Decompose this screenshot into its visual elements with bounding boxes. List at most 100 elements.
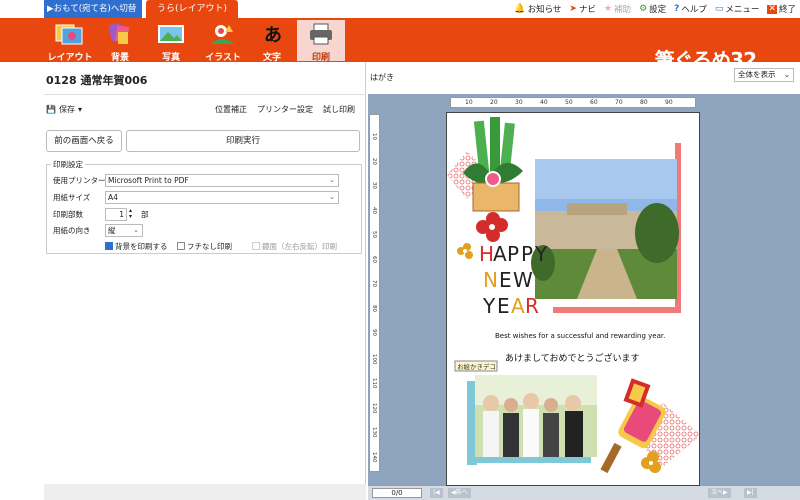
print-background-checkbox[interactable]: 背景を印刷する [105, 241, 168, 252]
paper-size-select[interactable]: A4 ⌄ [105, 191, 339, 204]
ruler-tick: 50 [371, 231, 377, 238]
borderless-checkbox[interactable]: フチなし印刷 [177, 241, 232, 252]
ruler-tick: 10 [465, 99, 473, 106]
chevron-down-icon: ⌄ [329, 176, 335, 184]
top-link-help[interactable]: ? ヘルプ [674, 3, 707, 15]
close-icon: ✕ [767, 3, 777, 14]
printer-icon [310, 23, 332, 45]
chevron-down-icon: ⌄ [329, 193, 335, 201]
print-settings-label: 印刷設定 [51, 159, 85, 170]
printer-label: 使用プリンター [53, 176, 106, 185]
main-toolbar: レイアウト 背景 写真 イラスト あ 文字 印刷 筆ぐるめ32 [0, 18, 800, 72]
mirror-print-checkbox[interactable]: 鏡面（左右反転）印刷 [252, 241, 337, 252]
chevron-down-icon: ▾ [77, 105, 82, 114]
tool-photo-button[interactable]: 写真 [147, 20, 195, 63]
top-link-exit[interactable]: ✕ 終了 [767, 3, 796, 15]
zoom-select[interactable]: 全体を表示 ⌄ [734, 68, 794, 82]
greeting-letter: P [507, 242, 519, 266]
tool-background-button[interactable]: 背景 [96, 20, 144, 63]
ruler-tick: 110 [371, 378, 377, 389]
japanese-greeting: あけましておめでとうございます [505, 352, 639, 364]
copies-label: 印刷部数 [53, 210, 83, 219]
paper-size-label: 用紙サイズ [53, 193, 91, 202]
ruler-tick: 90 [665, 99, 673, 106]
save-icon: 💾 [46, 105, 56, 114]
ruler-tick: 100 [371, 353, 377, 365]
top-link-assist[interactable]: ★ 補助 [604, 3, 631, 15]
greeting-letter: R [525, 294, 539, 318]
wedding-photo [475, 375, 597, 457]
svg-text:あ: あ [264, 25, 282, 46]
ruler-tick: 60 [590, 99, 598, 106]
ruler-tick: 70 [371, 280, 377, 287]
preview-status-bar: 0/0 |◀ ◀前へ 次へ▶ ▶| [368, 486, 800, 500]
tool-illust-button[interactable]: イラスト [199, 20, 247, 63]
arrow-icon: ➤ [569, 3, 577, 14]
ruler-tick: 140 [371, 451, 377, 463]
text-icon: あ [264, 25, 282, 46]
photo-accent-bar [553, 307, 679, 313]
ruler-tick: 60 [371, 255, 377, 263]
document-title: 0128 通常年賀006 [46, 74, 148, 87]
print-settings-group: 印刷設定 使用プリンター Microsoft Print to PDF ⌄ 用紙サ… [46, 159, 362, 254]
top-link-settings[interactable]: ⚙ 設定 [639, 3, 666, 15]
paper-type-label: はがき [370, 73, 394, 82]
ruler-tick: 120 [371, 402, 377, 414]
copies-input[interactable]: 1 [105, 208, 127, 221]
checkbox-checked [105, 242, 113, 250]
horizontal-ruler: 10 20 30 40 50 60 70 80 90 [450, 97, 696, 108]
ruler-tick: 50 [565, 99, 573, 106]
tool-layout-button[interactable]: レイアウト [46, 20, 94, 63]
ruler-tick: 80 [640, 99, 648, 106]
greeting-letter: P [521, 242, 533, 266]
plum-flower-icon [476, 212, 508, 242]
printer-settings-link[interactable]: プリンター設定 [257, 104, 313, 115]
card-artwork: H A P P Y N E W Y E A R Best wishes for … [447, 117, 699, 474]
checkbox-disabled [252, 242, 260, 250]
greeting-letter: E [499, 268, 512, 292]
gear-icon: ⚙ [639, 3, 648, 14]
print-execute-button[interactable]: 印刷実行 [126, 130, 360, 152]
ruler-tick: 20 [490, 99, 498, 106]
ruler-tick: 40 [371, 206, 377, 214]
page-counter: 0/0 [372, 488, 422, 498]
top-link-menu[interactable]: ▭ メニュー [715, 3, 760, 15]
top-link-news[interactable]: 🔔 お知らせ [514, 3, 561, 15]
orientation-label: 用紙の向き [53, 226, 91, 235]
checkbox-unchecked [177, 242, 185, 250]
left-footer [44, 484, 366, 500]
greeting-letter: Y [534, 242, 548, 266]
first-page-button[interactable]: |◀ [430, 488, 443, 498]
chevron-down-icon: ⌄ [133, 226, 139, 234]
copies-unit: 部 [141, 210, 149, 219]
back-button[interactable]: 前の画面へ戻る [46, 130, 122, 152]
switch-front-tab[interactable]: ▶おもて(宛て名)へ切替 [44, 0, 142, 18]
print-options-links: 位置補正 プリンター設定 試し印刷 [215, 104, 355, 115]
tool-text-button[interactable]: あ 文字 [248, 20, 296, 63]
menu-icon: ▭ [714, 3, 724, 14]
printer-select[interactable]: Microsoft Print to PDF ⌄ [105, 174, 339, 187]
layout-tab[interactable]: うら(レイアウト) [146, 0, 238, 18]
greeting-letter: E [497, 294, 510, 318]
test-print-link[interactable]: 試し印刷 [323, 104, 355, 115]
layout-icon [55, 24, 83, 45]
save-menu-button[interactable]: 💾 保存 ▾ [46, 104, 82, 115]
ruler-tick: 70 [615, 99, 623, 106]
ruler-tick: 40 [540, 99, 548, 106]
position-adjust-link[interactable]: 位置補正 [215, 104, 247, 115]
castle-photo [531, 159, 679, 299]
next-arrow-icon: ▶ [723, 489, 728, 496]
copies-stepper[interactable]: ▴ ▾ [129, 208, 132, 220]
help-icon: ? [674, 3, 680, 14]
illustration-icon [211, 25, 235, 44]
plum-flower-icon [457, 243, 473, 259]
top-link-navi[interactable]: ➤ ナビ [569, 3, 596, 15]
greeting-letter: H [479, 242, 494, 266]
greeting-letter: A [511, 294, 525, 318]
prev-page-button[interactable]: ◀前へ [448, 488, 471, 498]
next-page-button[interactable]: 次へ▶ [708, 488, 731, 498]
orientation-select[interactable]: 縦 ⌄ [105, 224, 143, 237]
tool-print-button[interactable]: 印刷 [297, 20, 345, 63]
postcard-preview: H A P P Y N E W Y E A R Best wishes for … [446, 112, 700, 486]
last-page-button[interactable]: ▶| [744, 488, 757, 498]
